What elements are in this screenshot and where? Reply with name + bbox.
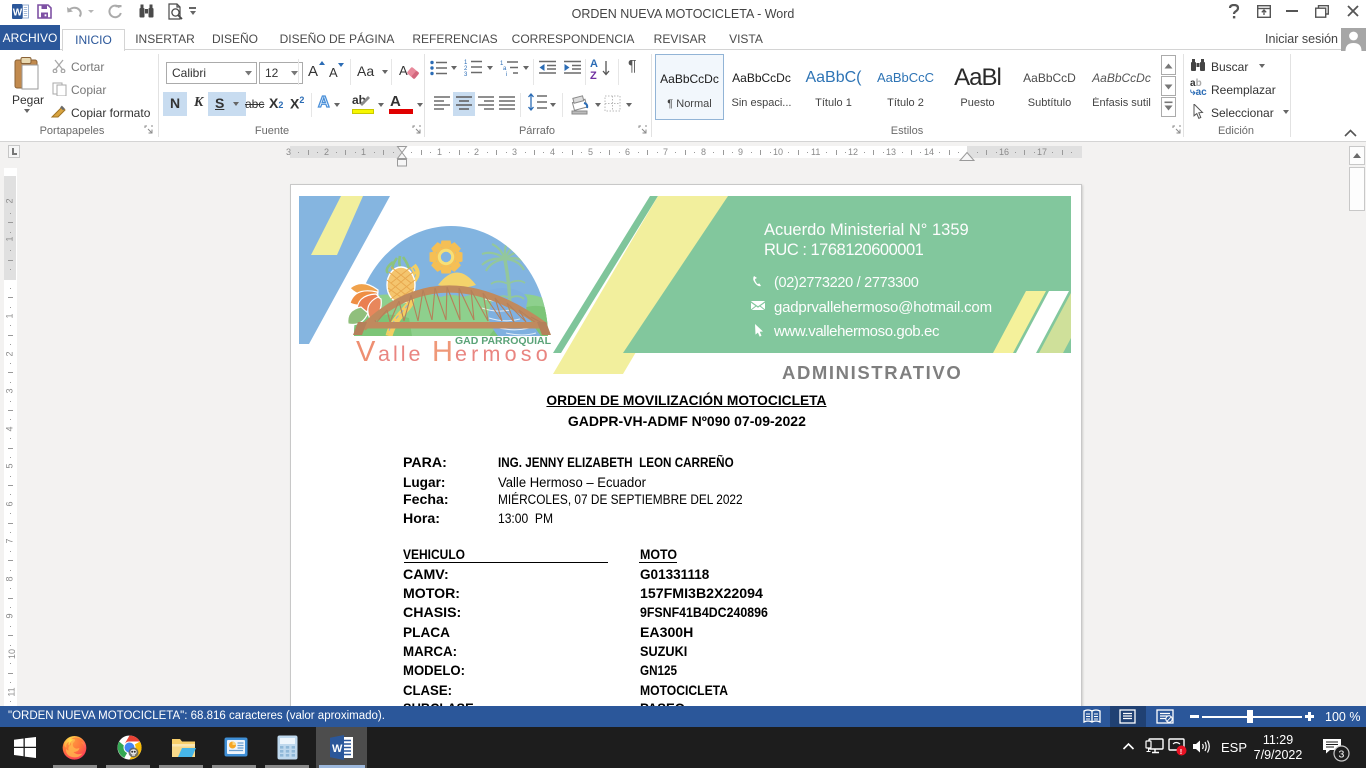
svg-text:3: 3 — [464, 72, 468, 76]
svg-text:W: W — [332, 743, 343, 755]
svg-text:!: ! — [1180, 747, 1183, 756]
svg-text:(02)2773220 / 2773300: (02)2773220 / 2773300 — [774, 275, 919, 291]
svg-text:www.vallehermoso.gob.ec: www.vallehermoso.gob.ec — [773, 323, 940, 340]
svg-text:GAD PARROQUIAL: GAD PARROQUIAL — [455, 335, 552, 347]
svg-text:3: 3 — [1339, 749, 1345, 761]
svg-text:gadprvallehermoso@hotmail.com: gadprvallehermoso@hotmail.com — [774, 299, 992, 316]
svg-text:Acuerdo Ministerial N° 1359: Acuerdo Ministerial N° 1359 — [764, 221, 969, 239]
svg-text:RUC : 1768120600001: RUC : 1768120600001 — [764, 241, 924, 259]
svg-text:i: i — [506, 72, 507, 76]
svg-text:A: A — [399, 63, 408, 78]
